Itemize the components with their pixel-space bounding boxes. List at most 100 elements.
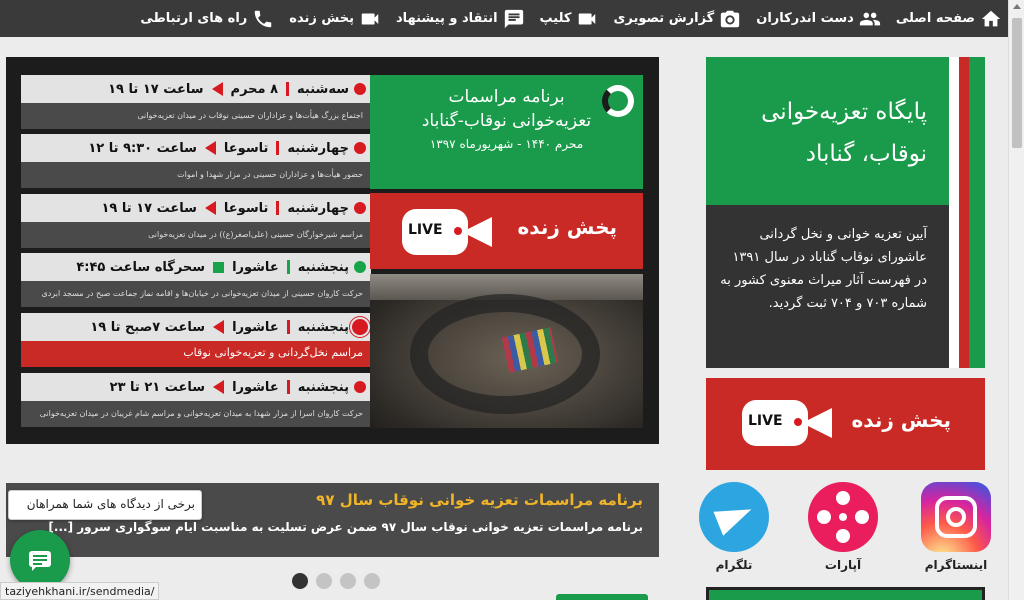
triangle-marker-icon	[211, 82, 223, 96]
nav-photo-report-label: گزارش تصویری	[613, 11, 715, 26]
schedule-time: ساعت ۹:۳۰ تا ۱۲	[88, 140, 197, 156]
scrollbar-thumb[interactable]	[1012, 18, 1022, 148]
video-icon	[361, 13, 379, 24]
schedule-row-active: پنجشنبه عاشورا ساعت ۷صبح تا ۱۹ مراسم نخل…	[21, 313, 371, 367]
sidebar-title: پایگاه تعزیه‌خوانی نوقاب، گناباد	[761, 99, 927, 167]
telegram-label: تلگرام	[715, 558, 753, 572]
schedule-date: عاشورا	[232, 259, 279, 275]
video-icon	[579, 13, 596, 24]
schedule-row: پنجشنبه عاشورا ساعت ۲۱ تا ۲۳ حرکت کاروان…	[21, 373, 371, 427]
schedule-date: عاشورا	[232, 379, 279, 395]
schedule-desc: حضور هیأت‌ها و عزاداران حسینی در مزار شه…	[21, 162, 371, 188]
sidebar-desc: آیین تعزیه خوانی و نخل گردانی عاشورای نو…	[720, 227, 927, 311]
nav-staff-label: دست اندرکاران	[756, 11, 854, 26]
news-title[interactable]: برنامه مراسمات تعزیه خوانی نوقاب سال ۹۷	[316, 491, 643, 509]
live-badge: LIVE	[748, 413, 783, 429]
nav-contact[interactable]: راه های ارتباطی	[140, 8, 274, 30]
nav-staff[interactable]: دست اندرکاران	[756, 8, 881, 30]
schedule-date: تاسوعا	[223, 200, 269, 216]
live-dot-icon	[352, 319, 368, 335]
schedule-desc: مراسم نخل‌گردانی و تعزیه‌خوانی نوقاب	[21, 341, 371, 367]
news-desc: برنامه مراسمات تعزیه خوانی نوقاب سال ۹۷ …	[48, 520, 643, 534]
status-dot-icon	[354, 83, 366, 95]
top-nav: صفحه اصلی دست اندرکاران گزارش تصویری کلی…	[0, 0, 1008, 37]
schedule-desc: حرکت کاروان اسرا از مزار شهدا به میدان ت…	[21, 401, 371, 427]
schedule-date: عاشورا	[232, 319, 279, 335]
slider-dot[interactable]	[364, 573, 380, 589]
live-label: پخش زنده	[517, 215, 617, 239]
slider-dot[interactable]	[292, 573, 308, 589]
ceremony-photo	[370, 274, 643, 428]
slider-dot[interactable]	[316, 573, 332, 589]
schedule-date: تاسوعا	[223, 140, 269, 156]
nav-home-label: صفحه اصلی	[895, 11, 975, 26]
nav-live[interactable]: پخش زنده	[289, 8, 381, 30]
separator-bar-icon	[276, 201, 280, 215]
more-button[interactable]	[556, 594, 648, 600]
schedule-day: سه‌شنبه	[297, 81, 349, 97]
separator-bar-icon	[286, 260, 290, 274]
schedule-desc: حرکت کاروان حسینی از میدان تعزیه‌خوانی د…	[21, 281, 371, 307]
triangle-marker-icon	[204, 201, 216, 215]
schedule-date: ۸ محرم	[230, 81, 279, 97]
instagram-label: اینستاگرام	[924, 558, 988, 572]
slider-pagination	[292, 573, 380, 589]
nav-contact-label: راه های ارتباطی	[140, 11, 248, 26]
schedule-row: چهارشنبه تاسوعا ساعت ۱۷ تا ۱۹ مراسم شیرخ…	[21, 194, 371, 248]
nav-feedback-label: انتقاد و پیشنهاد	[395, 11, 498, 26]
program-title-box: برنامه مراسمات تعزیه‌خوانی نوقاب-گناباد …	[370, 75, 643, 189]
slider-dot[interactable]	[340, 573, 356, 589]
schedule-time: ساعت ۷صبح تا ۱۹	[90, 319, 206, 335]
status-dot-icon	[354, 142, 366, 154]
triangle-marker-icon	[213, 380, 225, 394]
group-icon	[859, 12, 880, 25]
status-dot-icon	[354, 261, 366, 273]
separator-bar-icon	[276, 141, 280, 155]
schedule-day: چهارشنبه	[287, 200, 349, 216]
status-dot-icon	[354, 202, 366, 214]
live-camera-icon: LIVE	[742, 400, 836, 446]
telegram-icon	[699, 482, 769, 552]
schedule-row: پنجشنبه عاشورا سحرگاه ساعت ۴:۴۵ حرکت کار…	[21, 253, 371, 307]
live-banner[interactable]: پخش زنده LIVE	[370, 193, 643, 269]
home-icon	[981, 10, 1001, 26]
sidebar-live-button[interactable]: پخش زنده LIVE	[706, 378, 985, 470]
telegram-link[interactable]: تلگرام	[698, 482, 770, 572]
schedule-day: پنجشنبه	[297, 319, 349, 335]
sidebar-bottom-card	[706, 587, 985, 600]
nav-clip-label: کلیپ	[539, 11, 572, 26]
schedule-time: سحرگاه ساعت ۴:۴۵	[76, 259, 206, 275]
schedule-desc: مراسم شیرخوارگان حسینی (علی‌اصغر(ع)) در …	[21, 222, 371, 248]
schedule-row: سه‌شنبه ۸ محرم ساعت ۱۷ تا ۱۹ اجتماع بزرگ…	[21, 75, 371, 129]
nav-photo-report[interactable]: گزارش تصویری	[613, 8, 741, 30]
scroll-up-icon[interactable]	[1013, 4, 1021, 9]
separator-bar-icon	[286, 380, 290, 394]
comments-tooltip: برخی از دیدگاه های شما همراهان	[8, 490, 202, 520]
instagram-link[interactable]: اینستاگرام	[920, 482, 992, 572]
page-scrollbar[interactable]	[1008, 0, 1024, 600]
schedule-day: پنجشنبه	[297, 379, 349, 395]
nav-home[interactable]: صفحه اصلی	[896, 8, 1002, 30]
aparat-label: آپارات	[824, 558, 862, 572]
status-dot-icon	[354, 381, 366, 393]
schedule-time: ساعت ۱۷ تا ۱۹	[101, 200, 197, 216]
schedule-time: ساعت ۲۱ تا ۲۳	[109, 379, 206, 395]
schedule-desc: اجتماع بزرگ هیأت‌ها و عزاداران حسینی نوق…	[21, 103, 371, 129]
phone-icon	[255, 10, 272, 27]
live-camera-icon: LIVE	[402, 209, 496, 255]
aparat-link[interactable]: آپارات	[807, 482, 879, 572]
progress-ring-icon	[602, 85, 634, 117]
schedule-slider[interactable]: سه‌شنبه ۸ محرم ساعت ۱۷ تا ۱۹ اجتماع بزرگ…	[6, 57, 659, 444]
nav-feedback[interactable]: انتقاد و پیشنهاد	[396, 8, 525, 30]
nav-clip[interactable]: کلیپ	[540, 8, 599, 30]
separator-bar-icon	[286, 320, 290, 334]
instagram-icon	[921, 482, 991, 552]
program-line2: تعزیه‌خوانی نوقاب-گناباد	[421, 111, 592, 131]
live-badge: LIVE	[408, 222, 443, 238]
schedule-row: چهارشنبه تاسوعا ساعت ۹:۳۰ تا ۱۲ حضور هیأ…	[21, 134, 371, 188]
chat-button[interactable]	[10, 530, 70, 590]
camera-icon	[721, 10, 740, 27]
sidebar-info-card: پایگاه تعزیه‌خوانی نوقاب، گناباد آیین تع…	[706, 57, 985, 368]
triangle-marker-icon	[204, 141, 216, 155]
triangle-marker-icon	[213, 320, 225, 334]
